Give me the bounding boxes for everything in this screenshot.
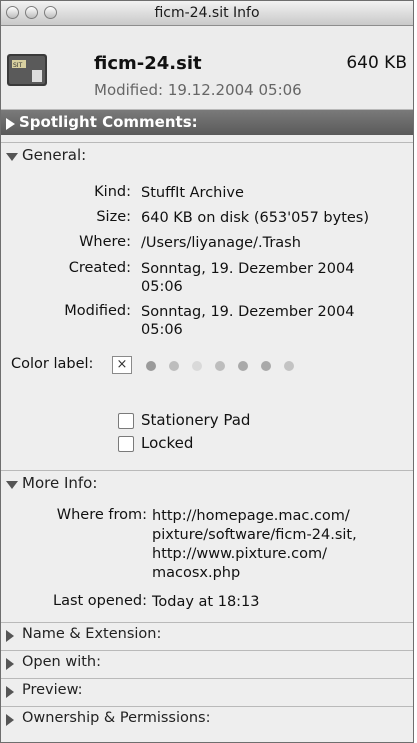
color-label-none-button[interactable]: × (112, 356, 132, 374)
disclosure-right-icon (6, 630, 14, 642)
color-label-blue-button[interactable] (238, 361, 248, 371)
color-label-yellow-button[interactable] (192, 361, 202, 371)
locked-label: Locked (141, 434, 194, 452)
where-from-line3: http://www.pixture.com/ (152, 546, 327, 562)
disclosure-right-icon (6, 658, 14, 670)
locked-checkbox[interactable] (118, 436, 134, 452)
where-label: Where: (79, 234, 131, 250)
stationery-pad-label: Stationery Pad (141, 411, 251, 429)
spotlight-comments-section[interactable]: Spotlight Comments: (1, 109, 413, 135)
last-opened-label: Last opened: (52, 593, 147, 609)
preview-section[interactable]: Preview: (1, 678, 413, 704)
ownership-permissions-label: Ownership & Permissions: (22, 710, 211, 726)
color-label-red-button[interactable] (146, 361, 156, 371)
disclosure-right-icon (6, 686, 14, 698)
preview-label: Preview: (22, 682, 83, 698)
disclosure-right-icon (6, 714, 14, 726)
open-with-section[interactable]: Open with: (1, 650, 413, 676)
more-info-label: More Info: (22, 474, 98, 492)
kind-value: StuffIt Archive (141, 185, 244, 201)
window-title: ficm-24.sit Info (154, 5, 260, 21)
disclosure-down-icon[interactable] (6, 153, 18, 161)
modified-value-line1: Sonntag, 19. Dezember 2004 (141, 304, 355, 320)
spotlight-comments-label: Spotlight Comments: (19, 113, 198, 131)
where-from-line1: http://homepage.mac.com/ (152, 508, 350, 524)
color-label-green-button[interactable] (215, 361, 225, 371)
where-from-line2: pixture/software/ficm-24.sit, (152, 527, 357, 543)
created-value-line2: 05:06 (141, 279, 183, 295)
modified-value-line2: 05:06 (141, 322, 183, 338)
info-window: ficm-24.sit Info SIT ficm-24.sit 640 KB … (0, 0, 414, 743)
where-from-label: Where from: (56, 507, 147, 523)
file-header: SIT ficm-24.sit 640 KB Modified: 19.12.2… (1, 26, 413, 109)
color-label-label: Color label: (11, 356, 94, 372)
name-extension-label: Name & Extension: (22, 626, 162, 642)
last-opened-value: Today at 18:13 (152, 594, 260, 610)
icon-text: SIT (13, 62, 23, 69)
file-name: ficm-24.sit (94, 53, 202, 74)
where-from-line4: macosx.php (152, 565, 241, 581)
modified-label: Modified: (64, 303, 131, 319)
disclosure-right-icon (6, 118, 15, 130)
ownership-permissions-section[interactable]: Ownership & Permissions: (1, 706, 413, 742)
general-label: General: (22, 146, 87, 164)
created-value-line1: Sonntag, 19. Dezember 2004 (141, 261, 355, 277)
open-with-label: Open with: (22, 654, 101, 670)
created-label: Created: (68, 260, 131, 276)
file-size: 640 KB (346, 53, 407, 73)
color-label-gray-button[interactable] (284, 361, 294, 371)
size-value: 640 KB on disk (653'057 bytes) (141, 210, 370, 226)
size-label: Size: (96, 209, 131, 225)
stuffit-archive-icon: SIT (7, 54, 47, 86)
where-value: /Users/liyanage/.Trash (141, 235, 301, 251)
color-label-orange-button[interactable] (169, 361, 179, 371)
stationery-pad-checkbox[interactable] (118, 413, 134, 429)
color-label-purple-button[interactable] (261, 361, 271, 371)
kind-label: Kind: (94, 184, 131, 200)
name-extension-section[interactable]: Name & Extension: (1, 622, 413, 648)
file-modified: Modified: 19.12.2004 05:06 (94, 81, 302, 99)
disclosure-down-icon[interactable] (6, 481, 18, 489)
title-bar: ficm-24.sit Info (1, 1, 413, 26)
